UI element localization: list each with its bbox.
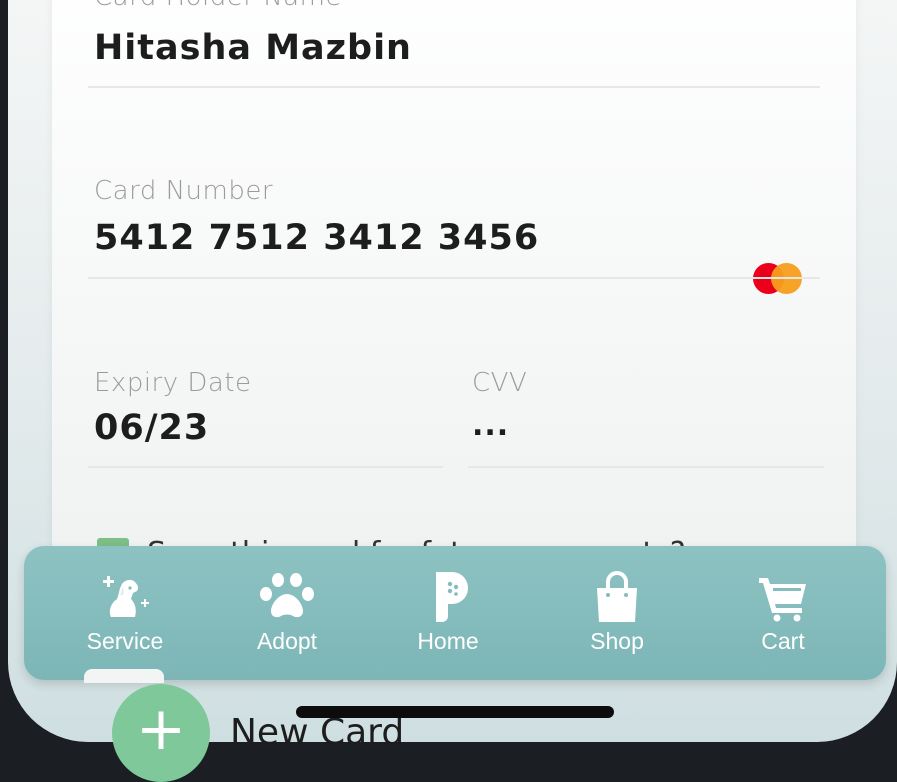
active-tab-indicator <box>84 669 164 683</box>
dog-icon <box>103 576 149 617</box>
nav-item-cart[interactable]: Cart <box>713 546 853 680</box>
nav-label-home: Home <box>417 628 479 654</box>
bottom-navigation-bar: Service Adopt Home Shop Cart <box>24 546 886 680</box>
card-form <box>52 0 856 560</box>
cvv-label: CVV <box>472 368 528 398</box>
nav-item-home[interactable]: Home <box>378 546 518 680</box>
paw-icon <box>260 573 314 618</box>
expiry-date-label: Expiry Date <box>94 368 252 398</box>
cvv-field[interactable]: ... <box>472 408 509 443</box>
p-logo-icon <box>436 572 468 622</box>
plus-icon: + <box>112 684 210 782</box>
divider <box>88 277 820 279</box>
home-indicator-bar[interactable] <box>296 706 614 718</box>
shopping-bag-icon <box>597 571 637 622</box>
nav-label-cart: Cart <box>761 628 805 654</box>
nav-label-shop: Shop <box>590 628 644 654</box>
card-holder-field[interactable]: Hitasha Mazbin <box>94 28 412 68</box>
expiry-date-field[interactable]: 06/23 <box>94 408 209 448</box>
divider <box>88 86 820 88</box>
card-holder-label: Card Holder Name <box>94 0 342 12</box>
divider <box>468 466 824 468</box>
mastercard-icon <box>753 263 805 295</box>
card-number-label: Card Number <box>94 176 274 206</box>
divider <box>88 466 443 468</box>
nav-item-service[interactable]: Service <box>55 546 195 680</box>
nav-item-shop[interactable]: Shop <box>547 546 687 680</box>
new-card-button[interactable]: + New Card <box>112 684 512 782</box>
cart-icon <box>759 578 806 622</box>
nav-label-service: Service <box>86 628 164 654</box>
card-number-field[interactable]: 5412 7512 3412 3456 <box>94 218 539 258</box>
new-card-label: New Card <box>230 712 405 753</box>
nav-item-adopt[interactable]: Adopt <box>217 546 357 680</box>
nav-label-adopt: Adopt <box>256 628 318 654</box>
